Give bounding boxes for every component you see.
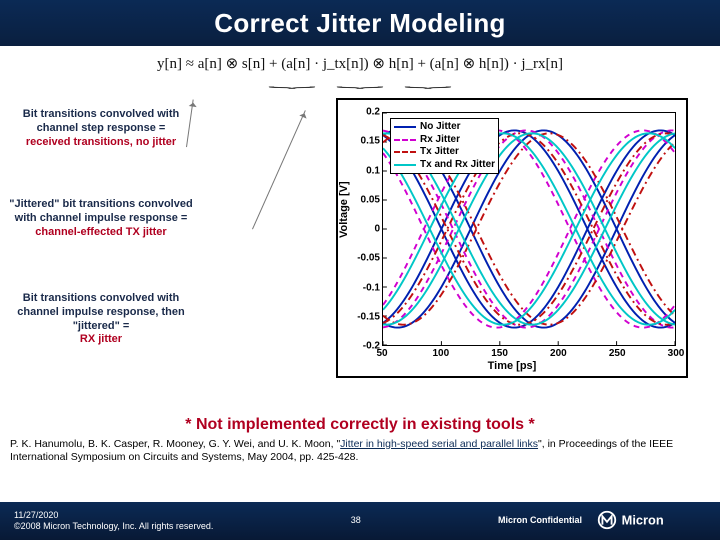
annotation-emphasis: RX jitter (80, 333, 122, 345)
footer-date: 11/27/2020 (14, 510, 213, 521)
footer-copyright: ©2008 Micron Technology, Inc. All rights… (14, 521, 213, 532)
brand-logo: Micron (596, 509, 706, 533)
annotation-emphasis: channel-effected TX jitter (35, 226, 166, 238)
disclaimer: * Not implemented correctly in existing … (0, 416, 720, 434)
micron-logo-icon: Micron (596, 509, 706, 531)
y-axis-label: Voltage [V] (338, 181, 350, 238)
annotation-text: Bit transitions convolved with channel s… (23, 108, 179, 134)
x-axis-label: Time [ps] (338, 360, 686, 372)
annotation-no-jitter: Bit transitions convolved with channel s… (6, 108, 196, 149)
page-title: Correct Jitter Modeling (214, 8, 506, 39)
reference-pre: P. K. Hanumolu, B. K. Casper, R. Mooney,… (10, 438, 340, 450)
y-ticks: -0.2-0.15-0.1-0.0500.050.10.150.2 (354, 112, 380, 346)
footer-bar: 11/27/2020 ©2008 Micron Technology, Inc.… (0, 502, 720, 540)
x-ticks: 50100150200250300 (382, 348, 676, 360)
svg-text:Micron: Micron (622, 513, 664, 528)
legend: No JitterRx JitterTx JitterTx and Rx Jit… (390, 118, 499, 174)
annotation-emphasis: received transitions, no jitter (26, 136, 176, 148)
annotation-rx-jitter: Bit transitions convolved with channel i… (6, 292, 196, 347)
annotation-tx-jitter: "Jittered" bit transitions convolved wit… (6, 198, 196, 239)
legend-item: Tx Jitter (394, 146, 495, 159)
legend-item: Rx Jitter (394, 134, 495, 147)
reference-citation: P. K. Hanumolu, B. K. Casper, R. Mooney,… (0, 438, 720, 464)
footer-page-number: 38 (227, 515, 484, 526)
legend-item: Tx and Rx Jitter (394, 159, 495, 172)
annotation-text: "Jittered" bit transitions convolved wit… (9, 198, 192, 224)
eye-diagram-plot: Voltage [V] Time [ps] No JitterRx Jitter… (336, 98, 688, 378)
annotation-text: Bit transitions convolved with channel i… (17, 292, 185, 332)
reference-link[interactable]: Jitter in high-speed serial and parallel… (340, 438, 538, 450)
footer-confidential: Micron Confidential (484, 515, 596, 526)
title-bar: Correct Jitter Modeling (0, 0, 720, 46)
content-region: Bit transitions convolved with channel s… (0, 94, 720, 414)
arrow-to-term2 (252, 110, 307, 230)
legend-item: No Jitter (394, 121, 495, 134)
equation-braces: ⏟⏟⏟ (0, 71, 720, 94)
footer-left: 11/27/2020 ©2008 Micron Technology, Inc.… (0, 510, 227, 533)
